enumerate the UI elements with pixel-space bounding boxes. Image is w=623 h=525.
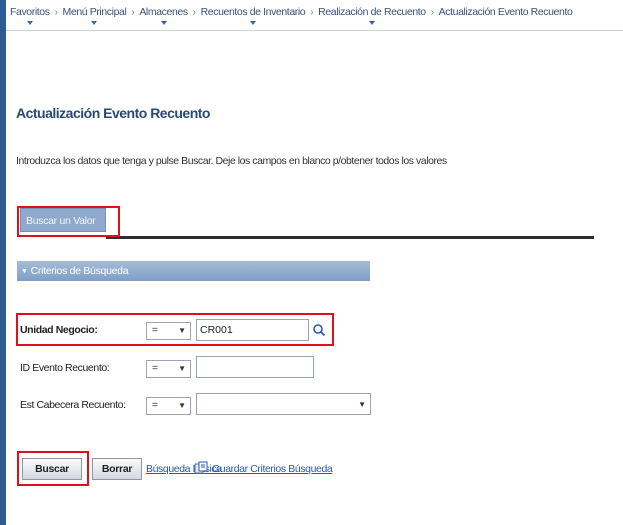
chevron-down-icon[interactable]: [91, 21, 98, 25]
dropdown-arrow-icon: ▼: [178, 401, 186, 410]
breadcrumb-item-recuentos-inventario[interactable]: Recuentos de Inventario: [200, 6, 306, 25]
breadcrumb-item-menu-principal[interactable]: Menú Principal: [62, 6, 127, 25]
breadcrumb-label: Almacenes: [139, 6, 188, 18]
expand-triangle-icon[interactable]: ▼: [21, 262, 28, 282]
est-cabecera-value-select[interactable]: ▼: [196, 393, 371, 415]
id-evento-input[interactable]: [196, 356, 314, 378]
tab-underline: [106, 236, 594, 239]
breadcrumb-item-almacenes[interactable]: Almacenes: [139, 6, 188, 25]
chevron-down-icon[interactable]: [26, 21, 33, 25]
save-criteria-icon[interactable]: [194, 461, 208, 475]
breadcrumb-label: Actualización Evento Recuento: [438, 6, 573, 18]
save-criteria-link[interactable]: Guardar Criterios Búsqueda: [212, 463, 333, 475]
est-cabecera-label: Est Cabecera Recuento:: [20, 399, 126, 411]
est-cabecera-operator-select[interactable]: = ▼: [146, 397, 191, 415]
operator-value: =: [152, 400, 158, 411]
page-title: Actualización Evento Recuento: [16, 105, 210, 121]
operator-value: =: [152, 363, 158, 374]
dropdown-arrow-icon: ▼: [178, 364, 186, 373]
chevron-down-icon[interactable]: [249, 21, 256, 25]
id-evento-operator-select[interactable]: = ▼: [146, 360, 191, 378]
id-evento-label: ID Evento Recuento:: [20, 362, 110, 374]
breadcrumb-separator: ›: [430, 7, 434, 18]
highlight-box-search-button: [17, 451, 89, 486]
breadcrumb-item-favoritos[interactable]: Favoritos: [10, 6, 50, 25]
search-criteria-header[interactable]: ▼ Criterios de Búsqueda: [17, 261, 370, 281]
breadcrumb-divider: [6, 30, 623, 31]
basic-search-link[interactable]: Búsqueda Básica: [146, 463, 222, 475]
breadcrumb-separator: ›: [192, 7, 196, 18]
chevron-down-icon[interactable]: [160, 21, 167, 25]
breadcrumb-label: Realización de Recuento: [318, 6, 426, 18]
page-frame: Favoritos › Menú Principal › Almacenes › Recue…: [6, 0, 623, 525]
breadcrumb-label: Menú Principal: [62, 6, 127, 18]
breadcrumb-separator: ›: [310, 7, 314, 18]
breadcrumb-label: Favoritos: [10, 6, 50, 18]
highlight-box-unidad-negocio: [16, 313, 334, 346]
search-criteria-title: Criterios de Búsqueda: [30, 265, 129, 277]
instructions-text: Introduzca los datos que tenga y pulse B…: [16, 155, 447, 167]
breadcrumb-item-actualizacion-evento: Actualización Evento Recuento: [439, 6, 573, 18]
chevron-down-icon[interactable]: [368, 21, 375, 25]
breadcrumb-item-realizacion-recuento[interactable]: Realización de Recuento: [318, 6, 426, 25]
breadcrumb-separator: ›: [54, 7, 58, 18]
breadcrumb-separator: ›: [131, 7, 135, 18]
dropdown-arrow-icon: ▼: [358, 400, 366, 409]
breadcrumb: Favoritos › Menú Principal › Almacenes › Recue…: [10, 6, 623, 28]
breadcrumb-label: Recuentos de Inventario: [200, 6, 306, 18]
clear-button[interactable]: Borrar: [92, 458, 142, 480]
highlight-box-tab: [17, 206, 120, 237]
